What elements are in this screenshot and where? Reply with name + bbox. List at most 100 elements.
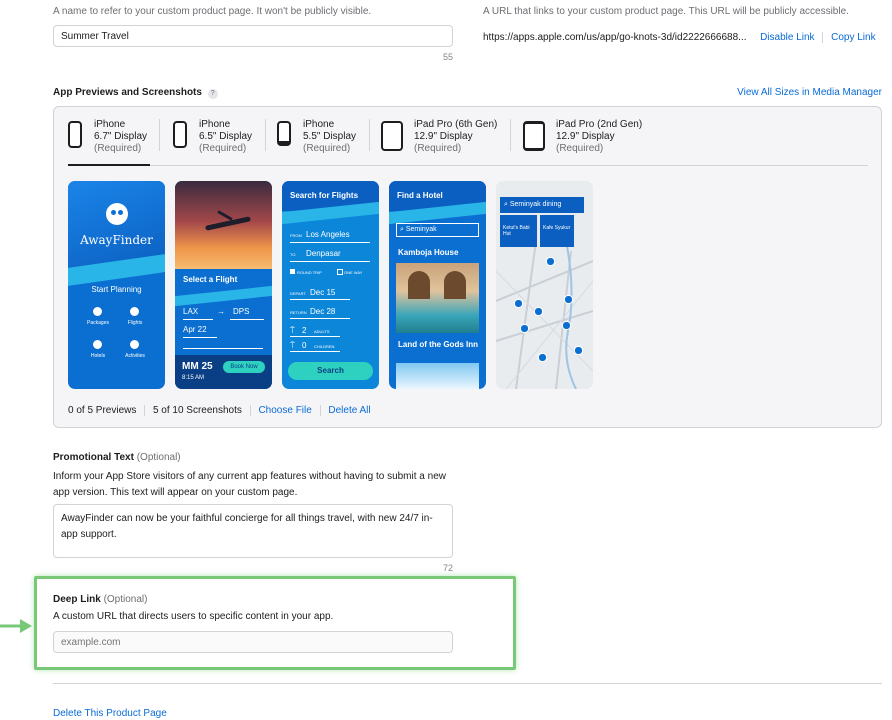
to-city: Denpasar: [306, 249, 341, 258]
section-divider: [53, 683, 882, 684]
time-slider: [183, 348, 263, 349]
help-icon[interactable]: ?: [207, 89, 218, 99]
name-field[interactable]: [53, 25, 453, 47]
adults-label: ADULTS: [314, 329, 330, 334]
depart-label: DEPART: [290, 291, 306, 296]
children-count: 0: [302, 341, 307, 350]
from-code: LAX: [183, 307, 199, 316]
field-line: [290, 261, 370, 262]
promo-label: Promotional Text (Optional): [53, 452, 181, 463]
field-line: [290, 242, 370, 243]
media-title-text: App Previews and Screenshots: [53, 87, 202, 98]
return-label: RETURN: [290, 310, 307, 315]
select-flight-title: Select a Flight: [183, 275, 238, 284]
one-way-label: ONE WAY: [344, 270, 363, 275]
screenshot-1[interactable]: AwayFinder Start Planning Packages Fligh…: [68, 181, 165, 389]
map-pin-icon: [514, 299, 523, 308]
map-callout-2: [540, 215, 574, 247]
person-icon: ⍑: [290, 326, 295, 335]
deep-link-label: Deep Link (Optional): [53, 594, 147, 605]
promo-counter: 72: [442, 563, 453, 573]
media-section-title: App Previews and Screenshots ?: [53, 87, 218, 99]
flights-icon: [130, 307, 139, 316]
device-size: 6.7" Display: [94, 131, 148, 142]
map-search-text: ⌕ Seminyak dining: [504, 201, 562, 208]
device-name: iPad Pro (2nd Gen): [556, 119, 643, 130]
divider: [144, 405, 146, 416]
name-description: A name to refer to your custom product p…: [53, 6, 372, 17]
brand-name: AwayFinder: [80, 233, 153, 247]
ipad-icon: [523, 121, 545, 151]
iphone-home-button-icon: [277, 121, 291, 146]
divider: [265, 119, 266, 151]
promo-label-text: Promotional Text: [53, 452, 134, 463]
tabs-baseline: [68, 165, 868, 166]
map-pin-icon: [520, 324, 529, 333]
hotels-label: Hotels: [90, 353, 106, 359]
name-counter: 55: [442, 52, 453, 62]
promo-optional: (Optional): [136, 452, 181, 463]
map-pin-icon: [562, 321, 571, 330]
packages-label: Packages: [87, 320, 109, 326]
device-name: iPad Pro (6th Gen): [414, 119, 498, 130]
screenshot-2[interactable]: Select a Flight LAX → DPS Apr 22 MM 25 8…: [175, 181, 272, 389]
disable-link-button[interactable]: Disable Link: [760, 32, 814, 43]
view-all-sizes-link[interactable]: View All Sizes in Media Manager: [737, 87, 882, 98]
choose-file-button[interactable]: Choose File: [258, 405, 311, 416]
deep-link-input[interactable]: [53, 631, 453, 653]
media-footer: 0 of 5 Previews 5 of 10 Screenshots Choo…: [68, 405, 371, 416]
field-line: [290, 336, 340, 337]
screenshots-count: 5 of 10 Screenshots: [152, 405, 242, 417]
divider: [319, 405, 321, 416]
field-line: [230, 319, 264, 320]
field-line: [290, 299, 350, 300]
mascot-icon: [106, 203, 128, 225]
screenshot-4[interactable]: Find a Hotel ⌕ Seminyak Kamboja House La…: [389, 181, 486, 389]
delete-all-button[interactable]: Delete All: [328, 405, 370, 416]
product-page-url: https://apps.apple.com/us/app/go-knots-3…: [483, 32, 747, 44]
to-code: DPS: [233, 307, 250, 316]
children-label: CHILDREN: [314, 344, 335, 349]
divider: [369, 119, 370, 151]
copy-link-button[interactable]: Copy Link: [831, 32, 875, 43]
screenshot-5[interactable]: ⌕ Seminyak dining Ketut's Babi Hut Kafe …: [496, 181, 593, 389]
device-size: 5.5" Display: [303, 131, 357, 142]
device-size: 12.9" Display: [414, 131, 473, 142]
device-status: (Required): [556, 143, 604, 154]
map-pin-icon: [538, 353, 547, 362]
device-status: (Required): [94, 143, 142, 154]
screenshot-3[interactable]: Search for Flights FROM Los Angeles TO D…: [282, 181, 379, 389]
map-place-2: Kafe Syukur: [543, 225, 571, 231]
promo-text-field[interactable]: AwayFinder can now be your faithful conc…: [53, 504, 453, 558]
search-flights-title: Search for Flights: [290, 191, 359, 200]
iphone-icon: [68, 121, 82, 148]
map-place-1: Ketut's Babi Hut: [503, 225, 530, 237]
to-label: TO: [290, 252, 296, 257]
start-planning-label: Start Planning: [91, 285, 142, 294]
divider: [510, 119, 511, 151]
previews-count: 0 of 5 Previews: [68, 405, 137, 417]
one-way-checkbox: [337, 269, 343, 275]
device-status: (Required): [414, 143, 462, 154]
map-pin-icon: [534, 307, 543, 316]
map-pin-icon: [564, 295, 573, 304]
book-now-button: Book Now: [223, 361, 265, 373]
return-date: Dec 28: [310, 307, 336, 316]
hotels-icon: [93, 340, 102, 349]
hotel-photo-1: [396, 263, 479, 333]
divider: [822, 32, 824, 43]
divider: [249, 405, 251, 416]
deep-link-label-text: Deep Link: [53, 594, 101, 605]
packages-icon: [93, 307, 102, 316]
url-row: https://apps.apple.com/us/app/go-knots-3…: [483, 32, 876, 43]
device-name: iPhone: [94, 119, 126, 130]
hotel-name-1: Kamboja House: [398, 248, 459, 257]
round-trip-checkbox: [290, 269, 295, 274]
iphone-icon: [173, 121, 187, 148]
url-description: A URL that links to your custom product …: [483, 6, 849, 17]
hotel-search-text: ⌕ Seminyak: [400, 226, 437, 233]
delete-product-page-link[interactable]: Delete This Product Page: [53, 708, 167, 719]
map-pin-icon: [574, 346, 583, 355]
deep-link-optional: (Optional): [103, 594, 148, 605]
device-status: (Required): [199, 143, 247, 154]
